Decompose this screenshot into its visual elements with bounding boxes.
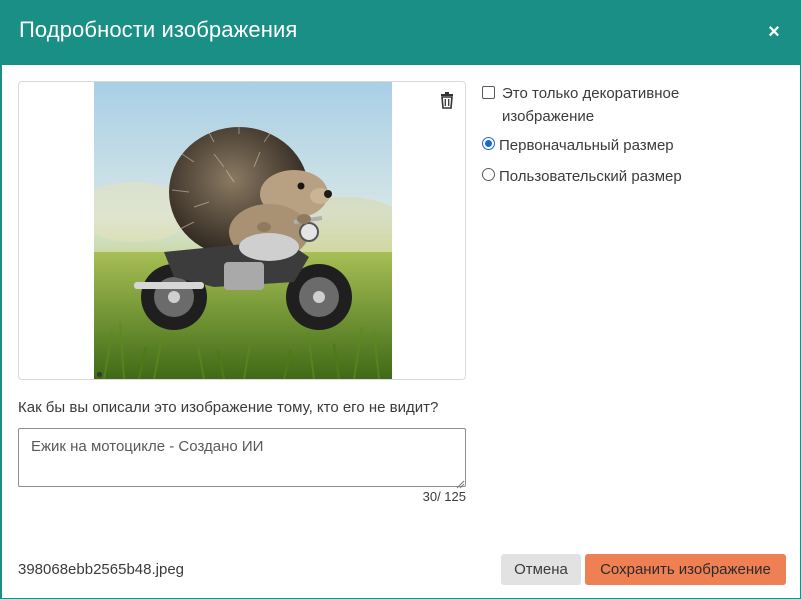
custom-size-label: Пользовательский размер: [499, 168, 682, 185]
save-image-button[interactable]: Сохранить изображение: [585, 554, 786, 585]
hedgehog-motorcycle-image: [94, 82, 392, 379]
close-button[interactable]: ×: [766, 22, 782, 42]
image-preview: [94, 82, 392, 379]
trash-icon[interactable]: [440, 92, 454, 109]
alt-text-input[interactable]: Ежик на мотоцикле - Создано ИИ: [18, 428, 466, 487]
cancel-button[interactable]: Отмена: [501, 554, 581, 585]
dialog-title: Подробности изображения: [19, 17, 298, 42]
image-details-dialog: Подробности изображения × Это только дек…: [0, 0, 801, 599]
original-size-option[interactable]: Первоначальный размер: [482, 134, 674, 157]
decorative-option[interactable]: Это только декоративное изображение: [482, 82, 712, 128]
original-size-radio[interactable]: [482, 137, 495, 150]
alt-text-question: Как бы вы описали это изображение тому, …: [18, 399, 439, 416]
original-size-label: Первоначальный размер: [499, 137, 674, 154]
resize-grip-icon[interactable]: [456, 476, 465, 489]
character-counter: 30/ 125: [422, 489, 466, 504]
decorative-checkbox[interactable]: [482, 86, 495, 99]
image-preview-panel: [18, 81, 466, 380]
carousel-dot[interactable]: [97, 372, 102, 377]
custom-size-option[interactable]: Пользовательский размер: [482, 165, 682, 188]
decorative-label: Это только декоративное изображение: [502, 85, 680, 125]
dialog-header: Подробности изображения ×: [2, 0, 800, 65]
file-name: 398068ebb2565b48.jpeg: [18, 561, 185, 578]
custom-size-radio[interactable]: [482, 168, 495, 181]
